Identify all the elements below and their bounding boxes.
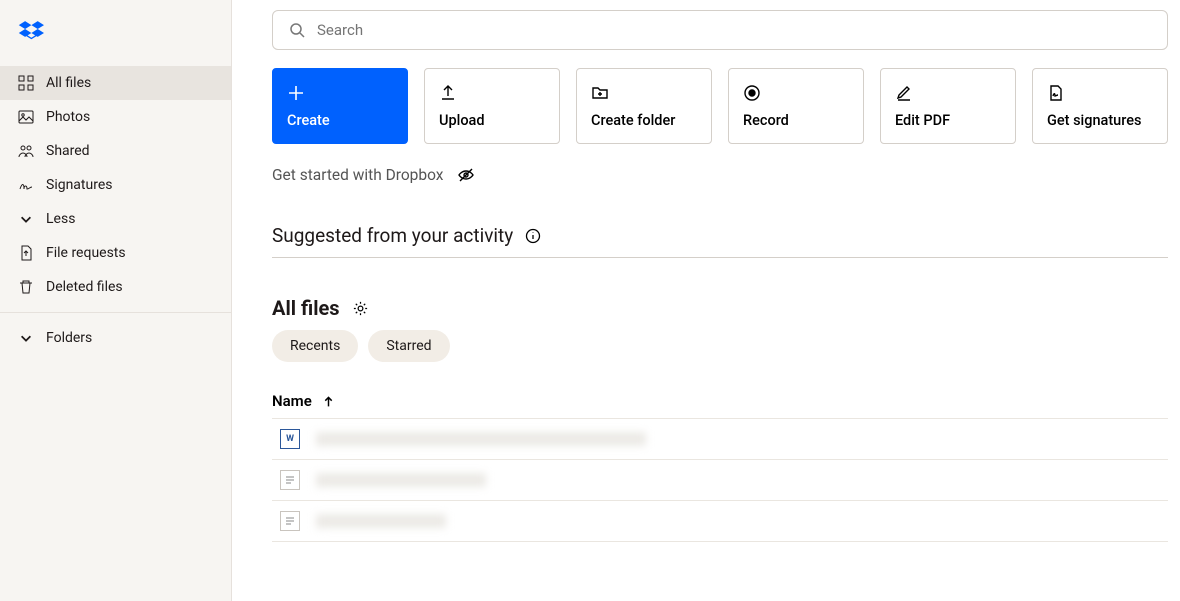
- signature-icon: [18, 177, 34, 193]
- column-header-name[interactable]: Name: [272, 384, 1168, 419]
- sidebar: All files Photos Shared Signatures Less …: [0, 0, 232, 601]
- chip-recents[interactable]: Recents: [272, 330, 358, 362]
- divider: [272, 257, 1168, 258]
- word-doc-icon: [280, 429, 300, 449]
- filter-chips: Recents Starred: [272, 330, 1168, 362]
- action-label: Create: [287, 112, 393, 129]
- pencil-icon: [895, 84, 913, 102]
- record-button[interactable]: Record: [728, 68, 864, 144]
- folder-plus-icon: [591, 84, 609, 102]
- sidebar-item-label: Shared: [46, 143, 90, 159]
- sidebar-divider: [0, 312, 231, 313]
- create-folder-button[interactable]: Create folder: [576, 68, 712, 144]
- get-started-text: Get started with Dropbox: [272, 166, 443, 184]
- shared-icon: [18, 143, 34, 159]
- file-name-redacted: x: [316, 432, 646, 446]
- sort-arrow-up-icon: [322, 395, 335, 408]
- sidebar-item-file-requests[interactable]: File requests: [0, 236, 231, 270]
- chip-starred[interactable]: Starred: [368, 330, 449, 362]
- search-icon: [289, 22, 305, 38]
- sidebar-item-label: File requests: [46, 245, 126, 261]
- gear-icon[interactable]: [352, 300, 369, 317]
- create-button[interactable]: Create: [272, 68, 408, 144]
- sidebar-item-label: Less: [46, 211, 75, 227]
- action-label: Create folder: [591, 112, 697, 129]
- dropbox-logo[interactable]: [0, 18, 231, 66]
- grid-icon: [18, 75, 34, 91]
- record-icon: [743, 84, 761, 102]
- photo-icon: [18, 109, 34, 125]
- upload-button[interactable]: Upload: [424, 68, 560, 144]
- doc-icon: [280, 470, 300, 490]
- sidebar-item-all-files[interactable]: All files: [0, 66, 231, 100]
- file-request-icon: [18, 245, 34, 261]
- search-bar[interactable]: [272, 10, 1168, 50]
- sidebar-item-signatures[interactable]: Signatures: [0, 168, 231, 202]
- sidebar-item-label: Deleted files: [46, 279, 123, 295]
- chevron-down-icon: [18, 330, 34, 346]
- get-signatures-button[interactable]: Get signatures: [1032, 68, 1168, 144]
- action-buttons: Create Upload Create folder Record Edit …: [272, 68, 1168, 144]
- all-files-title: All files: [272, 296, 1168, 320]
- sidebar-item-less[interactable]: Less: [0, 202, 231, 236]
- sidebar-item-shared[interactable]: Shared: [0, 134, 231, 168]
- sidebar-item-label: All files: [46, 75, 91, 91]
- hide-icon[interactable]: [457, 166, 475, 184]
- main-content: Create Upload Create folder Record Edit …: [232, 0, 1180, 601]
- upload-icon: [439, 84, 457, 102]
- file-name-redacted: x: [316, 473, 486, 487]
- table-row[interactable]: x: [272, 419, 1168, 460]
- sidebar-item-folders[interactable]: Folders: [0, 321, 231, 355]
- sidebar-item-photos[interactable]: Photos: [0, 100, 231, 134]
- action-label: Upload: [439, 112, 545, 129]
- sidebar-item-label: Photos: [46, 109, 90, 125]
- plus-icon: [287, 84, 305, 102]
- edit-pdf-button[interactable]: Edit PDF: [880, 68, 1016, 144]
- sidebar-item-deleted-files[interactable]: Deleted files: [0, 270, 231, 304]
- info-icon[interactable]: [525, 228, 541, 244]
- get-started-row: Get started with Dropbox: [272, 166, 1168, 184]
- table-row[interactable]: x: [272, 501, 1168, 542]
- action-label: Edit PDF: [895, 112, 1001, 129]
- sidebar-item-label: Signatures: [46, 177, 113, 193]
- sidebar-item-label: Folders: [46, 330, 92, 346]
- chevron-down-icon: [18, 211, 34, 227]
- table-row[interactable]: x: [272, 460, 1168, 501]
- doc-icon: [280, 511, 300, 531]
- search-input[interactable]: [317, 21, 1151, 39]
- action-label: Get signatures: [1047, 112, 1153, 129]
- signature-doc-icon: [1047, 84, 1065, 102]
- trash-icon: [18, 279, 34, 295]
- action-label: Record: [743, 112, 849, 129]
- suggested-title: Suggested from your activity: [272, 224, 1168, 247]
- file-name-redacted: x: [316, 514, 446, 528]
